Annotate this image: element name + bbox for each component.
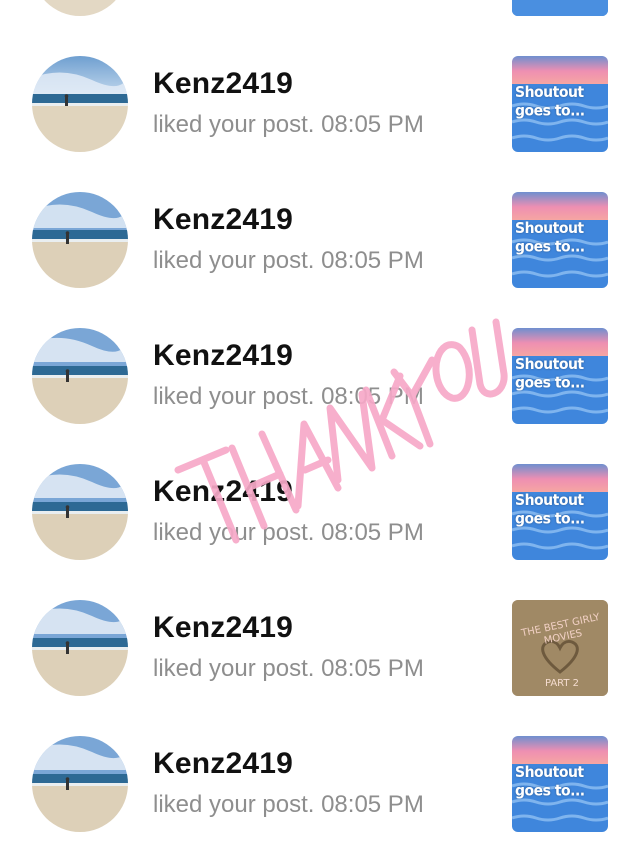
- activity-text: liked your post. 08:05 PM: [153, 655, 424, 682]
- username[interactable]: Kenz2419: [153, 339, 293, 373]
- avatar[interactable]: [32, 600, 128, 696]
- thumbnail-subcaption: PART 2: [544, 678, 580, 689]
- thumbnail-caption: Shoutout goes to...: [515, 356, 585, 392]
- notification-list: Kenz2419 liked your post. 08:05 PM Shout…: [0, 0, 640, 855]
- thumbnail-caption: Shoutout goes to...: [515, 492, 585, 528]
- avatar[interactable]: [32, 0, 128, 16]
- activity-text: liked your post. 08:05 PM: [153, 111, 424, 138]
- activity-text: liked your post. 08:05 PM: [153, 247, 424, 274]
- beach-avatar-image: [32, 192, 128, 288]
- notification-row[interactable]: Kenz2419 liked your post. 08:05 PM Shout…: [0, 56, 640, 166]
- post-thumbnail[interactable]: Shoutout goes to...: [512, 192, 608, 288]
- beach-avatar-image: [32, 464, 128, 560]
- post-thumbnail[interactable]: Shoutout goes to...: [512, 736, 608, 832]
- notification-row[interactable]: Kenz2419 liked your post. 08:05 PM THE B…: [0, 600, 640, 710]
- notification-row[interactable]: Kenz2419 liked your post. 08:05 PM Shout…: [0, 464, 640, 574]
- notification-row[interactable]: Kenz2419 liked your post. 08:05 PM Shout…: [0, 192, 640, 302]
- avatar[interactable]: [32, 192, 128, 288]
- post-thumbnail[interactable]: Shoutout goes to...: [512, 464, 608, 560]
- activity-text: liked your post. 08:05 PM: [153, 383, 424, 410]
- notification-row[interactable]: [0, 0, 640, 30]
- username[interactable]: Kenz2419: [153, 747, 293, 781]
- avatar[interactable]: [32, 736, 128, 832]
- beach-avatar-image: [32, 0, 128, 16]
- post-thumbnail[interactable]: Shoutout goes to...: [512, 328, 608, 424]
- beach-avatar-image: [32, 600, 128, 696]
- username[interactable]: Kenz2419: [153, 611, 293, 645]
- thumbnail-caption: Shoutout goes to...: [515, 220, 585, 256]
- avatar[interactable]: [32, 328, 128, 424]
- ocean-thumbnail-image: [512, 0, 608, 16]
- username[interactable]: Kenz2419: [153, 203, 293, 237]
- beach-avatar-image: [32, 56, 128, 152]
- thumbnail-caption: Shoutout goes to...: [515, 764, 585, 800]
- beach-avatar-image: [32, 328, 128, 424]
- beach-avatar-image: [32, 736, 128, 832]
- notification-row[interactable]: Kenz2419 liked your post. 08:05 PM Shout…: [0, 328, 640, 438]
- activity-text: liked your post. 08:05 PM: [153, 519, 424, 546]
- post-thumbnail[interactable]: Shoutout goes to...: [512, 56, 608, 152]
- avatar[interactable]: [32, 56, 128, 152]
- activity-text: liked your post. 08:05 PM: [153, 791, 424, 818]
- post-thumbnail[interactable]: [512, 0, 608, 16]
- post-thumbnail[interactable]: THE BEST GIRLY MOVIES PART 2: [512, 600, 608, 696]
- avatar[interactable]: [32, 464, 128, 560]
- username[interactable]: Kenz2419: [153, 67, 293, 101]
- notification-row[interactable]: Kenz2419 liked your post. 08:05 PM Shout…: [0, 736, 640, 846]
- thumbnail-caption: Shoutout goes to...: [515, 84, 585, 120]
- username[interactable]: Kenz2419: [153, 475, 293, 509]
